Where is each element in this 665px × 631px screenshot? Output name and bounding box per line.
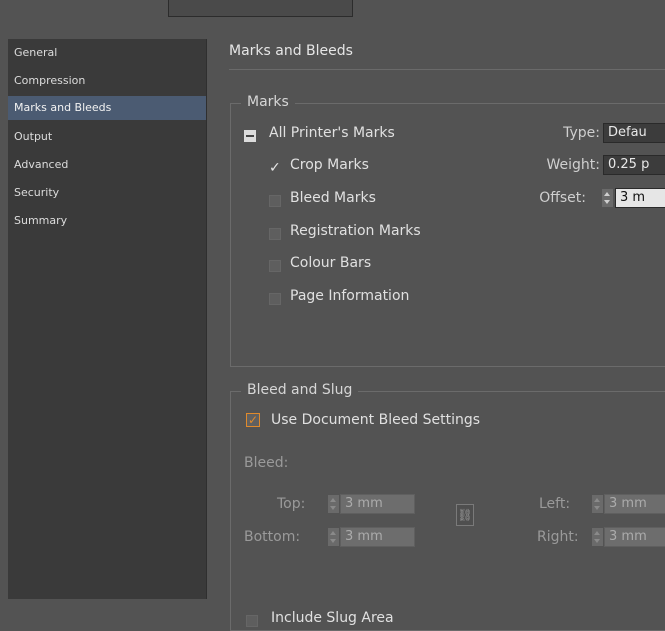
colour-bars-checkbox[interactable] (269, 260, 281, 272)
sidebar-item-general[interactable]: General (8, 41, 206, 65)
crop-marks-checkbox[interactable]: ✓ (269, 161, 281, 175)
sidebar: General Compression Marks and Bleeds Out… (8, 39, 207, 599)
type-select[interactable]: Defau (603, 123, 665, 143)
sidebar-item-advanced[interactable]: Advanced (8, 153, 206, 177)
crop-marks-label: Crop Marks (290, 157, 369, 173)
sidebar-item-security[interactable]: Security (8, 181, 206, 205)
weight-label: Weight: (546, 157, 601, 173)
sidebar-item-marks-and-bleeds[interactable]: Marks and Bleeds (8, 96, 206, 120)
use-document-bleed-checkbox[interactable]: ✓ (246, 413, 260, 427)
bottom-input[interactable]: 3 mm (340, 527, 415, 547)
title-divider (229, 69, 665, 70)
bleed-label: Bleed: (244, 455, 289, 471)
marks-group: Marks All Printer's Marks ✓ Crop Marks B… (230, 94, 665, 367)
dialog-tab-stub (168, 0, 353, 17)
page-information-label: Page Information (290, 288, 410, 304)
all-printers-marks-checkbox[interactable] (244, 130, 256, 142)
registration-marks-checkbox[interactable] (269, 228, 281, 240)
use-document-bleed-label: Use Document Bleed Settings (271, 412, 481, 428)
top-label: Top: (277, 496, 306, 512)
colour-bars-label: Colour Bars (290, 255, 372, 271)
bleed-marks-label: Bleed Marks (290, 190, 376, 206)
bleed-marks-checkbox[interactable] (269, 195, 281, 207)
marks-legend: Marks (241, 94, 295, 110)
include-slug-label: Include Slug Area (271, 610, 394, 626)
left-stepper-icon[interactable] (592, 495, 603, 513)
page-information-checkbox[interactable] (269, 293, 281, 305)
bottom-label: Bottom: (244, 529, 301, 545)
sidebar-item-summary[interactable]: Summary (8, 209, 206, 233)
offset-input[interactable]: 3 m (615, 188, 665, 208)
sidebar-item-compression[interactable]: Compression (8, 69, 206, 93)
include-slug-checkbox[interactable] (246, 615, 258, 627)
top-bar (0, 0, 665, 31)
right-input[interactable]: 3 mm (604, 527, 665, 547)
main-panel: Marks and Bleeds Marks All Printer's Mar… (214, 33, 665, 631)
top-input[interactable]: 3 mm (340, 494, 415, 514)
page-title: Marks and Bleeds (229, 43, 353, 59)
type-label: Type: (563, 125, 600, 141)
bottom-stepper-icon[interactable] (328, 528, 339, 546)
bleed-and-slug-legend: Bleed and Slug (241, 382, 359, 398)
sidebar-item-output[interactable]: Output (8, 125, 206, 149)
registration-marks-label: Registration Marks (290, 223, 421, 239)
left-input[interactable]: 3 mm (604, 494, 665, 514)
offset-label: Offset: (539, 190, 586, 206)
weight-select[interactable]: 0.25 p (603, 155, 665, 175)
right-stepper-icon[interactable] (592, 528, 603, 546)
all-printers-marks-label: All Printer's Marks (269, 125, 395, 141)
left-label: Left: (539, 496, 571, 512)
link-icon[interactable]: ⛓ (456, 504, 474, 526)
bleed-and-slug-group: Bleed and Slug ✓ Use Document Bleed Sett… (230, 382, 665, 631)
offset-stepper-icon[interactable] (602, 189, 613, 207)
top-stepper-icon[interactable] (328, 495, 339, 513)
right-label: Right: (537, 529, 579, 545)
